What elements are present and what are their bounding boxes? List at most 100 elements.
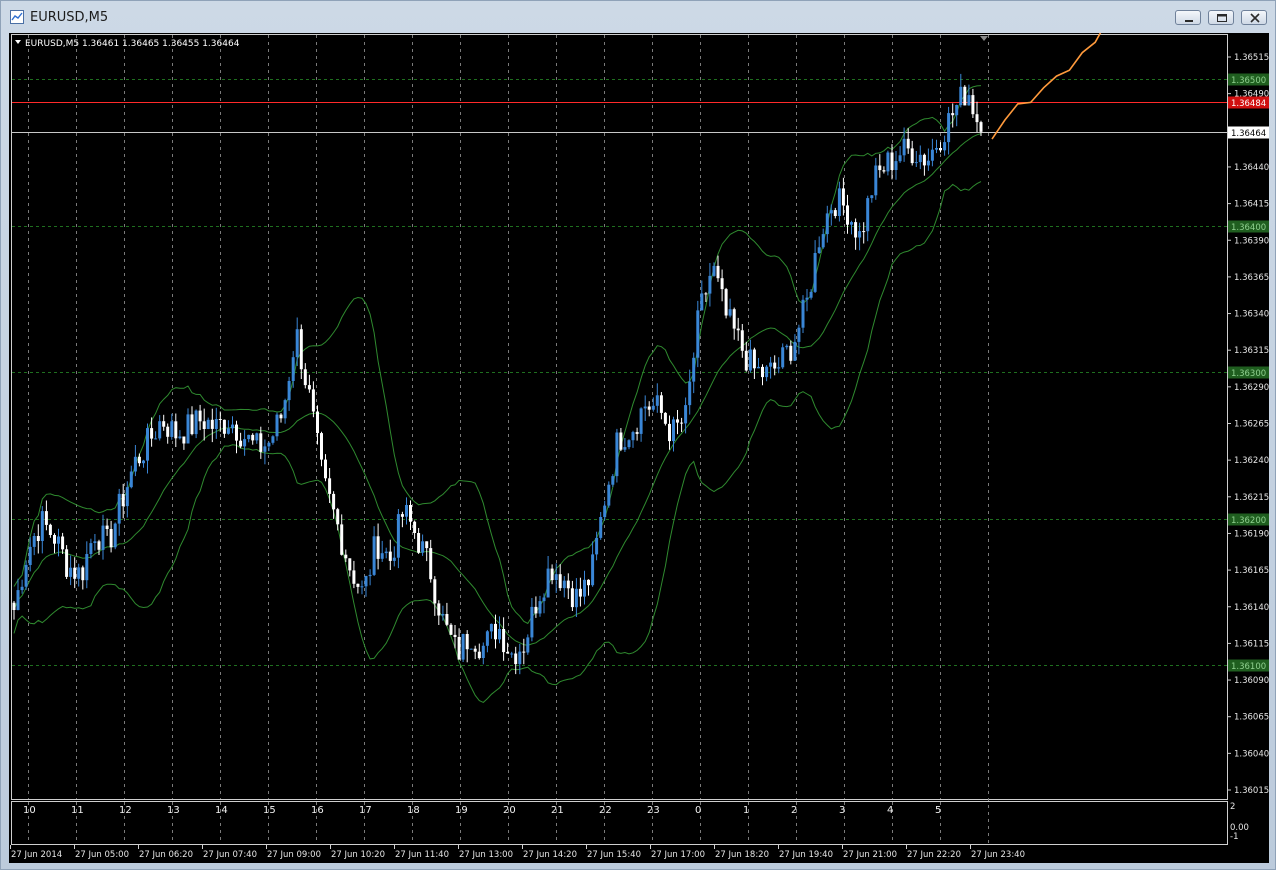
title-bar[interactable]: EURUSD,M5 <box>1 1 1275 33</box>
candle-body <box>202 421 206 429</box>
candle-body <box>311 389 315 412</box>
hour-tick-label: 14 <box>215 805 228 816</box>
candle-body <box>680 422 684 424</box>
candle-body <box>643 406 647 409</box>
time-tick-label: 27 Jun 23:40 <box>971 850 1025 860</box>
candle-body <box>73 567 77 579</box>
hour-tick-label: 23 <box>647 805 660 816</box>
candle-body <box>57 536 60 544</box>
candle-body <box>198 410 202 422</box>
candle-body <box>348 558 352 571</box>
maximize-button[interactable] <box>1208 10 1234 25</box>
time-tick-label: 27 Jun 05:00 <box>75 850 129 860</box>
candle-body <box>409 505 412 522</box>
candle-body <box>538 601 542 614</box>
candle-body <box>757 366 760 369</box>
minimize-button[interactable] <box>1175 10 1201 25</box>
candle-body <box>712 265 716 276</box>
candle-body <box>158 421 162 439</box>
candle-body <box>89 543 93 554</box>
chart-area[interactable]: 1.36500 1.36400 1.36300 1.36200 1.36100 1.364… <box>9 0 1269 863</box>
price-tick-label: 1.36190 <box>1234 529 1269 539</box>
candle-body <box>841 188 845 206</box>
time-tick-label: 27 Jun 13:00 <box>459 850 513 860</box>
price-tick-label: 1.36090 <box>1234 676 1269 686</box>
candle-body <box>437 603 441 616</box>
candle-body <box>902 138 906 156</box>
bid-label: 1.36464 <box>1231 129 1266 139</box>
candle-body <box>485 631 489 646</box>
candle-body <box>623 447 627 450</box>
price-tick-label: 1.36315 <box>1234 346 1269 356</box>
candle-body <box>283 400 287 419</box>
candle-body <box>457 637 461 660</box>
candle-body <box>744 350 748 371</box>
time-tick-label: 27 Jun 11:40 <box>395 850 449 860</box>
candle-body <box>154 438 158 440</box>
hour-tick-label: 2 <box>791 805 797 816</box>
candle-body <box>146 428 149 461</box>
candle-body <box>708 275 712 294</box>
hour-tick-label: 21 <box>551 805 564 816</box>
candle-body <box>324 459 327 479</box>
candle-body <box>473 648 477 652</box>
candle-body <box>748 349 752 371</box>
candle-body <box>44 511 48 525</box>
candle-body <box>247 434 251 440</box>
candle-body <box>971 95 975 115</box>
candle-body <box>789 345 793 361</box>
candle-body <box>967 95 971 106</box>
candle-body <box>752 349 756 369</box>
candle-body <box>809 291 813 298</box>
price-axis: 1.36500 1.36400 1.36300 1.36200 1.36100 1.364… <box>1227 53 1269 796</box>
candle-body <box>720 278 724 290</box>
candle-body <box>170 421 174 437</box>
price-tick-label: 1.36390 <box>1234 236 1269 246</box>
candle-body <box>303 369 307 386</box>
time-tick-label: 27 Jun 22:20 <box>907 850 961 860</box>
candle-body <box>898 155 902 162</box>
candle-body <box>825 213 829 235</box>
time-tick-label: 27 Jun 09:00 <box>267 850 321 860</box>
hour-tick-label: 5 <box>935 805 941 816</box>
price-tick-label: 1.36240 <box>1234 456 1269 466</box>
price-tick-label: 1.36440 <box>1234 163 1269 173</box>
price-tick-label: 1.36040 <box>1234 749 1269 759</box>
candle-body <box>959 86 963 106</box>
candle-body <box>647 406 651 410</box>
candle-body <box>684 405 688 424</box>
candle-body <box>259 433 263 452</box>
candle-body <box>914 162 918 164</box>
candle-body <box>805 297 809 300</box>
candle-body <box>16 590 20 610</box>
candle-body <box>704 293 708 295</box>
indicator-tick-label: -1 <box>1230 832 1238 842</box>
candle-body <box>69 567 73 577</box>
hour-tick-label: 22 <box>599 805 612 816</box>
close-button[interactable] <box>1241 10 1267 25</box>
candle-body <box>417 533 421 553</box>
candle-body <box>186 414 190 444</box>
minimize-icon <box>1185 20 1193 22</box>
candle-body <box>943 142 947 151</box>
candle-body <box>947 113 951 143</box>
candle-body <box>214 419 218 429</box>
candle-body <box>546 568 550 598</box>
candle-body <box>821 234 825 248</box>
candle-body <box>975 114 979 123</box>
candle-body <box>85 554 89 581</box>
candle-body <box>133 456 137 472</box>
candle-body <box>352 570 356 584</box>
candle-body <box>400 514 404 517</box>
candle-body <box>93 541 97 543</box>
price-tick-label: 1.36065 <box>1234 713 1269 723</box>
candle-body <box>651 405 655 410</box>
candle-body <box>615 432 619 477</box>
candlestick-chart[interactable]: 1.36500 1.36400 1.36300 1.36200 1.36100 1.364… <box>9 0 1269 863</box>
candle-body <box>32 536 36 547</box>
candle-body <box>890 152 894 170</box>
candle-body <box>263 446 267 452</box>
candle-body <box>461 634 465 660</box>
level-label: 1.36300 <box>1231 369 1266 379</box>
candle-body <box>534 606 538 614</box>
